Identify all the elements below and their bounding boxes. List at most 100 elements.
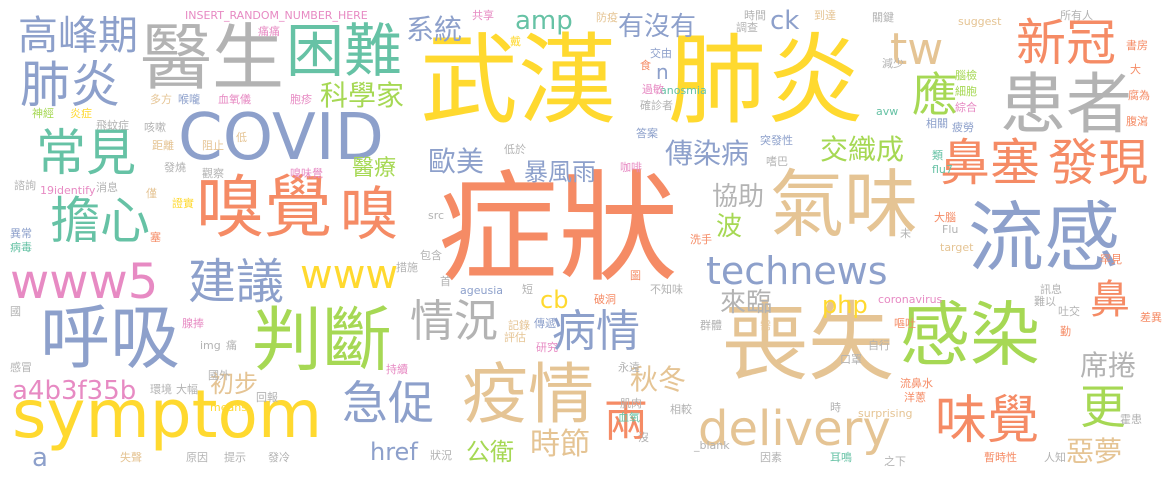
word: 暴風雨: [524, 158, 596, 186]
word: 時節: [530, 427, 590, 462]
word: 咖啡: [620, 161, 642, 174]
word: 勤: [1060, 325, 1071, 338]
word: 波: [716, 212, 743, 242]
word: img: [200, 339, 221, 352]
word: 疫情: [462, 356, 594, 433]
word: 歐美: [428, 145, 485, 178]
word: 科學家: [320, 79, 405, 112]
word: 首: [440, 275, 451, 288]
word: 嘔吐: [894, 317, 916, 330]
word: 持續: [386, 363, 408, 376]
word: 異常: [10, 227, 32, 240]
word: 關鍵: [872, 11, 894, 24]
word: 發冷: [268, 451, 290, 464]
word: means: [210, 401, 247, 414]
word: 難以: [1034, 295, 1056, 308]
word: coronavirus: [878, 293, 943, 306]
word: 胞疹: [290, 93, 312, 106]
word: 擔心: [50, 192, 150, 250]
word: 國: [10, 305, 21, 318]
word: 醫療: [352, 156, 397, 181]
word-cloud: 症狀 武漢 肺炎 喪失 流感 氣味 嗅覺 感染 symptom 判斷 疫情 CO…: [0, 0, 1175, 482]
word: 短: [522, 283, 533, 296]
word: 高峰期: [18, 13, 138, 59]
word: 記錄: [508, 319, 530, 332]
word: php: [822, 291, 868, 319]
word: 書房: [1126, 39, 1148, 52]
word: 過敏: [642, 83, 664, 96]
word: 調查: [736, 21, 758, 34]
word: 交由: [650, 47, 672, 60]
word: 惡夢: [1066, 435, 1123, 468]
word: 確診者: [640, 99, 673, 112]
word: 肌肉: [620, 397, 642, 410]
word: 圖: [630, 269, 641, 282]
word: 霍患: [1120, 413, 1142, 426]
word: 暫時性: [984, 451, 1017, 464]
word: n: [656, 60, 669, 84]
word: 突發性: [760, 134, 793, 147]
word: 沒: [638, 431, 649, 444]
word: 細胞: [955, 85, 977, 98]
word: 判斷: [252, 299, 392, 381]
word: surprising: [858, 407, 913, 420]
word: 諮詢: [14, 179, 36, 192]
word: 病毒: [10, 241, 32, 254]
word: anosmia: [660, 84, 707, 97]
word: 相關: [926, 117, 948, 130]
word: 未: [900, 227, 911, 240]
word: 情況: [410, 296, 498, 347]
word: 所有人: [1060, 9, 1093, 22]
word: 腹瀉: [1126, 115, 1148, 128]
word: 嗜巴: [766, 155, 788, 168]
word: 血氧儀: [218, 93, 251, 106]
word: ck: [770, 6, 800, 36]
word: INSERT_RANDOM_NUMBER_HERE: [185, 9, 368, 22]
word: 戴: [510, 35, 521, 48]
word: 距離: [152, 139, 174, 152]
word: 大幅: [176, 383, 198, 396]
word: 需: [760, 319, 771, 332]
word: 狀況: [430, 449, 452, 462]
word: 急促: [342, 376, 434, 430]
word: 類: [932, 149, 943, 162]
word: 人知: [1044, 451, 1066, 464]
word: 提示: [224, 451, 246, 464]
word: 感染: [900, 294, 1040, 376]
word: 協助: [712, 182, 765, 212]
word: 回報: [256, 391, 278, 404]
word: 不知味: [650, 283, 683, 296]
word: 洋蔥: [904, 391, 926, 404]
word: Flu: [942, 223, 959, 236]
word: 時: [830, 401, 841, 414]
word: 訊息: [1040, 283, 1062, 296]
word: 共享: [472, 9, 494, 22]
word: 咳嗽: [144, 121, 166, 134]
word: 血氧: [618, 411, 640, 424]
word: 發現: [1048, 134, 1148, 192]
word: 觀察: [202, 167, 224, 180]
word: 腦檢: [955, 69, 977, 82]
word: 破洞: [594, 293, 616, 306]
word: target: [940, 241, 974, 254]
word: 鼻: [1090, 277, 1130, 323]
word: 食: [640, 59, 651, 72]
word: 時間: [744, 9, 766, 22]
word: 症狀: [438, 160, 678, 299]
word: 阻止: [202, 139, 224, 152]
word: 神經: [32, 107, 54, 120]
word: 流鼻水: [900, 377, 933, 390]
word: 措施: [396, 261, 418, 274]
word: technews: [706, 249, 888, 293]
word: 炎症: [70, 107, 92, 120]
word: 來臨: [720, 288, 773, 318]
word: 自行: [868, 339, 890, 352]
word: 相較: [670, 403, 692, 416]
word: 大: [1130, 63, 1141, 76]
word: 原因: [186, 451, 208, 464]
word: 感冒: [10, 361, 32, 374]
word: a: [32, 443, 48, 473]
word: 大腦: [934, 211, 956, 224]
word: 研究: [536, 341, 558, 354]
word: flu7: [932, 163, 953, 176]
